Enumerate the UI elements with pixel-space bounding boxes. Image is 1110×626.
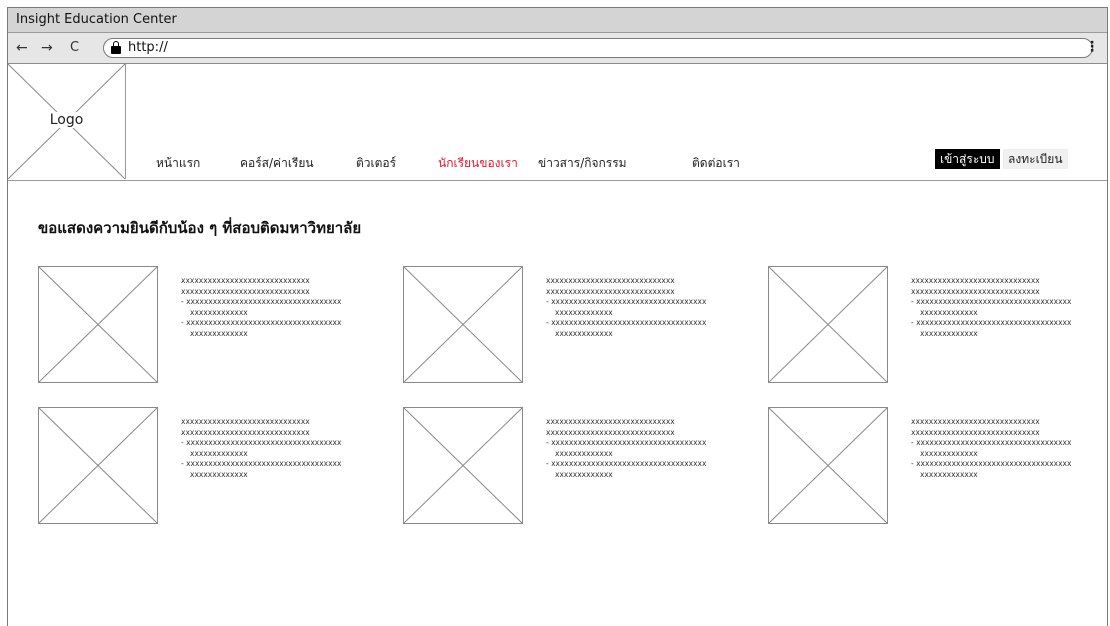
url-input[interactable]: http:// xyxy=(103,38,1093,58)
nav-item-tutors[interactable]: ติวเตอร์ xyxy=(356,154,396,173)
address-bar: ← → C http:// ⋮ xyxy=(8,33,1107,64)
forward-arrow-icon[interactable]: → xyxy=(41,39,53,57)
logo[interactable]: Logo xyxy=(8,64,126,179)
login-button[interactable]: เข้าสู่ระบบ xyxy=(935,149,1000,169)
image-placeholder-icon xyxy=(38,266,158,383)
register-button[interactable]: ลงทะเบียน xyxy=(1003,149,1068,169)
page-title: ขอแสดงความยินดีกับน้อง ๆ ที่สอบติดมหาวิท… xyxy=(38,219,362,237)
student-description: xxxxxxxxxxxxxxxxxxxxxxxxxxxxx xxxxxxxxxx… xyxy=(911,276,1072,338)
image-placeholder-icon xyxy=(38,407,158,524)
window-title: Insight Education Center xyxy=(8,8,1107,33)
nav-item-our-students[interactable]: นักเรียนของเรา xyxy=(438,154,518,173)
student-card[interactable]: xxxxxxxxxxxxxxxxxxxxxxxxxxxxx xxxxxxxxxx… xyxy=(768,407,1098,525)
nav-item-news[interactable]: ข่าวสาร/กิจกรรม xyxy=(538,154,627,173)
image-placeholder-icon xyxy=(768,407,888,524)
student-description: xxxxxxxxxxxxxxxxxxxxxxxxxxxxx xxxxxxxxxx… xyxy=(181,417,342,479)
student-description: xxxxxxxxxxxxxxxxxxxxxxxxxxxxx xxxxxxxxxx… xyxy=(911,417,1072,479)
student-card[interactable]: xxxxxxxxxxxxxxxxxxxxxxxxxxxxx xxxxxxxxxx… xyxy=(38,266,368,384)
image-placeholder-icon xyxy=(403,407,523,524)
student-card[interactable]: xxxxxxxxxxxxxxxxxxxxxxxxxxxxx xxxxxxxxxx… xyxy=(768,266,1098,384)
student-card[interactable]: xxxxxxxxxxxxxxxxxxxxxxxxxxxxx xxxxxxxxxx… xyxy=(38,407,368,525)
student-description: xxxxxxxxxxxxxxxxxxxxxxxxxxxxx xxxxxxxxxx… xyxy=(181,276,342,338)
browser-window: Insight Education Center ← → C http:// ⋮… xyxy=(7,7,1108,626)
lock-icon xyxy=(111,41,121,54)
nav-item-courses[interactable]: คอร์ส/ค่าเรียน xyxy=(240,154,314,173)
student-card[interactable]: xxxxxxxxxxxxxxxxxxxxxxxxxxxxx xxxxxxxxxx… xyxy=(403,266,733,384)
back-arrow-icon[interactable]: ← xyxy=(16,39,28,57)
student-card[interactable]: xxxxxxxxxxxxxxxxxxxxxxxxxxxxx xxxxxxxxxx… xyxy=(403,407,733,525)
student-description: xxxxxxxxxxxxxxxxxxxxxxxxxxxxx xxxxxxxxxx… xyxy=(546,417,707,479)
browser-menu-icon[interactable]: ⋮ xyxy=(1085,38,1099,56)
reload-icon[interactable]: C xyxy=(70,39,79,57)
student-description: xxxxxxxxxxxxxxxxxxxxxxxxxxxxx xxxxxxxxxx… xyxy=(546,276,707,338)
nav-item-contact[interactable]: ติดต่อเรา xyxy=(692,154,740,173)
nav-item-home[interactable]: หน้าแรก xyxy=(156,154,200,173)
logo-label: Logo xyxy=(46,112,87,128)
image-placeholder-icon xyxy=(768,266,888,383)
site-header: Logo หน้าแรก คอร์ส/ค่าเรียน ติวเตอร์ นัก… xyxy=(8,64,1107,181)
image-placeholder-icon xyxy=(403,266,523,383)
url-text: http:// xyxy=(128,40,168,55)
